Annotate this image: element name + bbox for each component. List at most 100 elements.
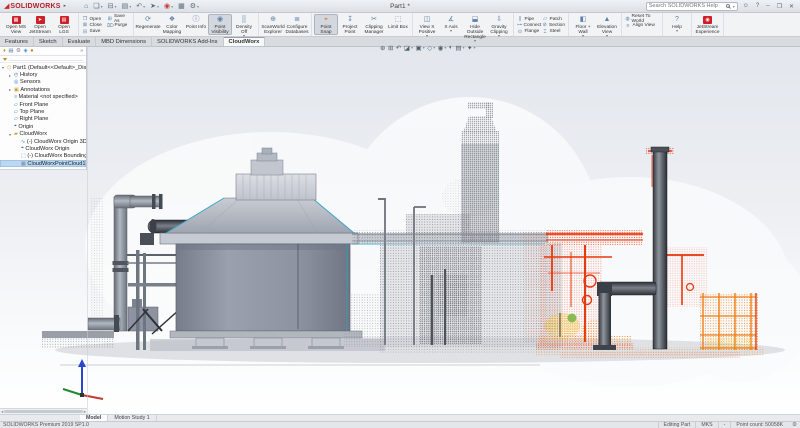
menu-expand-icon[interactable]: ▸ — [64, 3, 67, 9]
apply-scene-button[interactable]: ▤▾ — [455, 44, 464, 52]
help-button-ribbon[interactable]: ? Help ▾ — [665, 14, 689, 35]
clipping-manager-button[interactable]: ✂ Clipping Manager — [362, 14, 386, 35]
configurationmanager-tab[interactable]: ⚙ — [16, 48, 21, 54]
tree-item-history[interactable]: ▸◴History — [0, 71, 86, 78]
tab-sketch[interactable]: Sketch — [34, 37, 63, 46]
chevron-down-icon[interactable]: ▾ — [243, 35, 245, 39]
status-gear-icon[interactable]: ⚙ — [788, 422, 797, 428]
chevron-down-icon[interactable]: ▾ — [606, 35, 608, 39]
tree-filter-bar[interactable] — [0, 56, 86, 63]
tree-item-part-root[interactable]: ▾⬡Part1 (Default<<Default>_Display Sta — [0, 64, 86, 71]
tree-item-material[interactable]: ≡Material <not specified> — [0, 94, 86, 101]
print-button[interactable]: ▤▾ — [120, 1, 134, 12]
jetstream-experience-button[interactable]: ◉ JetStream Experience — [694, 14, 721, 35]
tree-item-cloudworx-pointcloud[interactable]: ▦CloudWorxPointCloud1 — [0, 160, 86, 167]
open-jetstream-button[interactable]: ➤ Open JetStream — [28, 14, 52, 35]
zoom-fit-button[interactable]: ⊕ — [380, 44, 385, 52]
view-orientation-button[interactable]: ▣▾ — [416, 44, 425, 52]
hide-outside-rectangle-button[interactable]: ⬓ Hide Outside Rectangle ▾ — [463, 14, 487, 35]
file-properties-button[interactable]: ▦ — [176, 1, 187, 12]
tree-item-annotations[interactable]: ▸▣Annotations — [0, 86, 86, 93]
steel-button[interactable]: ⌶Steel — [541, 29, 566, 35]
open-lgs-button[interactable]: ▤ Open LGS — [52, 14, 76, 35]
minimize-button[interactable]: – — [764, 3, 771, 9]
tab-solidworks-add-ins[interactable]: SOLIDWORKS Add-Ins — [152, 37, 224, 46]
density-off-button[interactable]: ⣿ Density Off ▾ — [232, 14, 256, 35]
user-account-icon[interactable]: ☺ — [741, 3, 751, 9]
section-button[interactable]: ⊘Section — [541, 22, 566, 28]
section-view-button[interactable]: ◪▾ — [404, 44, 413, 52]
chevron-down-icon[interactable]: ▾ — [582, 35, 584, 39]
purge-button[interactable]: ⌦Purge — [106, 23, 131, 30]
chevron-down-icon[interactable]: ▾ — [450, 30, 452, 34]
previous-view-button[interactable]: ↶ — [396, 44, 401, 52]
select-button[interactable]: ➤▾ — [148, 1, 161, 12]
tree-item-right-plane[interactable]: ▱Right Plane — [0, 116, 86, 123]
edit-appearance-button[interactable]: ◐ — [449, 44, 453, 51]
point-snap-button[interactable]: ⌖ Point Snap — [314, 14, 338, 35]
tree-item-top-plane[interactable]: ▱Top Plane — [0, 108, 86, 115]
zoom-area-button[interactable]: ⊞ — [388, 44, 393, 52]
status-unit-system[interactable]: MKS — [695, 422, 717, 428]
chevron-down-icon[interactable]: ▾ — [733, 4, 735, 9]
hide-show-items-button[interactable]: ◉▾ — [438, 44, 447, 52]
home-button[interactable]: ⌂ — [82, 1, 90, 12]
tab-mbd-dimensions[interactable]: MBD Dimensions — [96, 37, 152, 46]
featuremanager-tree-tab[interactable]: ♦ — [3, 48, 6, 54]
gravity-clipping-button[interactable]: ⇩ Gravity Clipping ▾ — [487, 14, 511, 35]
open-ms-view-button[interactable]: ▦ Open MS View — [4, 14, 28, 35]
align-view-button[interactable]: ≡Align View — [624, 23, 660, 30]
tab-evaluate[interactable]: Evaluate — [63, 37, 97, 46]
flange-button[interactable]: ⊙Flange — [516, 29, 541, 35]
regenerate-button[interactable]: ⟳ Regenerate — [136, 14, 160, 35]
filter-input[interactable] — [9, 58, 83, 61]
tab-features[interactable]: Features — [0, 37, 34, 46]
tree-item-cloudworx-origin[interactable]: ⌖CloudWorx Origin — [0, 145, 86, 152]
new-document-button[interactable]: ❏▾ — [91, 1, 104, 12]
3d-scene[interactable] — [0, 47, 800, 415]
tree-item-cloudworx-origin-3dsketch[interactable]: ∿(-) CloudWorx Origin 3DSket... — [0, 138, 86, 145]
elevation-view-button[interactable]: ▲ Elevation View ▾ — [595, 14, 619, 35]
limit-box-button[interactable]: ⬚ Limit Box — [386, 14, 410, 35]
tree-item-cloudworx-folder[interactable]: ▾▰CloudWorx — [0, 131, 86, 138]
tree-item-front-plane[interactable]: ▱Front Plane — [0, 101, 86, 108]
rebuild-button[interactable]: ◉▾ — [162, 1, 175, 12]
search-input[interactable] — [649, 3, 724, 9]
help-button[interactable]: ? — [754, 3, 761, 9]
color-mapping-button[interactable]: ❖ Color Mapping — [160, 14, 184, 35]
point-info-button[interactable]: ⓘ Point Info — [184, 14, 208, 35]
panel-splitter[interactable] — [87, 47, 88, 415]
point-visibility-button[interactable]: ◉ Point Visibility — [208, 14, 232, 35]
x-axis-button[interactable]: ∡ X Axis ▾ — [439, 14, 463, 35]
undo-button[interactable]: ↶▾ — [134, 1, 147, 12]
displaymanager-tab[interactable]: ● — [30, 48, 33, 54]
connect-button[interactable]: ⊶Connect — [516, 22, 541, 28]
floor-wall-button[interactable]: ◧ Floor + Wall ▾ — [571, 14, 595, 35]
reset-to-world-button[interactable]: ◍Reset To World — [624, 16, 660, 23]
tree-item-origin[interactable]: ⌖Origin — [0, 123, 86, 130]
tree-item-sensors[interactable]: ◎Sensors — [0, 79, 86, 86]
scanworld-explorer-button[interactable]: ⊕ ScanWorld Explorer — [261, 14, 285, 35]
panel-overflow-icon[interactable]: » — [80, 48, 83, 54]
chevron-down-icon[interactable]: ▾ — [426, 35, 428, 39]
search-icon[interactable] — [726, 4, 730, 8]
graphics-viewport[interactable] — [0, 47, 800, 415]
propertymanager-tab[interactable]: ▤ — [8, 48, 13, 54]
tree-item-cloudworx-boundingbox[interactable]: ⬚(-) CloudWorx BoundingBox... — [0, 153, 86, 160]
options-button[interactable]: ⚙▾ — [188, 1, 201, 12]
save-project-button[interactable]: ⊟Save — [81, 29, 106, 35]
save-button[interactable]: ⊟▾ — [106, 1, 119, 12]
restore-button[interactable]: ❐ — [775, 3, 784, 10]
dimxpertmanager-tab[interactable]: ◈ — [23, 48, 27, 54]
help-search-box[interactable]: ▾ — [646, 2, 738, 11]
view-settings-button[interactable]: ✦▾ — [467, 44, 475, 52]
display-style-button[interactable]: ◇▾ — [427, 44, 435, 52]
chevron-down-icon[interactable]: ▾ — [498, 35, 500, 39]
save-as-button[interactable]: ⊞Save As — [106, 16, 131, 23]
view-x-positive-button[interactable]: ◫ View X Positive ▾ — [415, 14, 439, 35]
close-button[interactable]: ✕ — [787, 3, 796, 10]
configure-databases-button[interactable]: ≣ Configure Databases — [285, 14, 309, 35]
chevron-down-icon[interactable]: ▾ — [676, 30, 678, 34]
scrollbar-thumb[interactable] — [4, 410, 82, 413]
close-project-button[interactable]: ⊠Close — [81, 22, 106, 28]
